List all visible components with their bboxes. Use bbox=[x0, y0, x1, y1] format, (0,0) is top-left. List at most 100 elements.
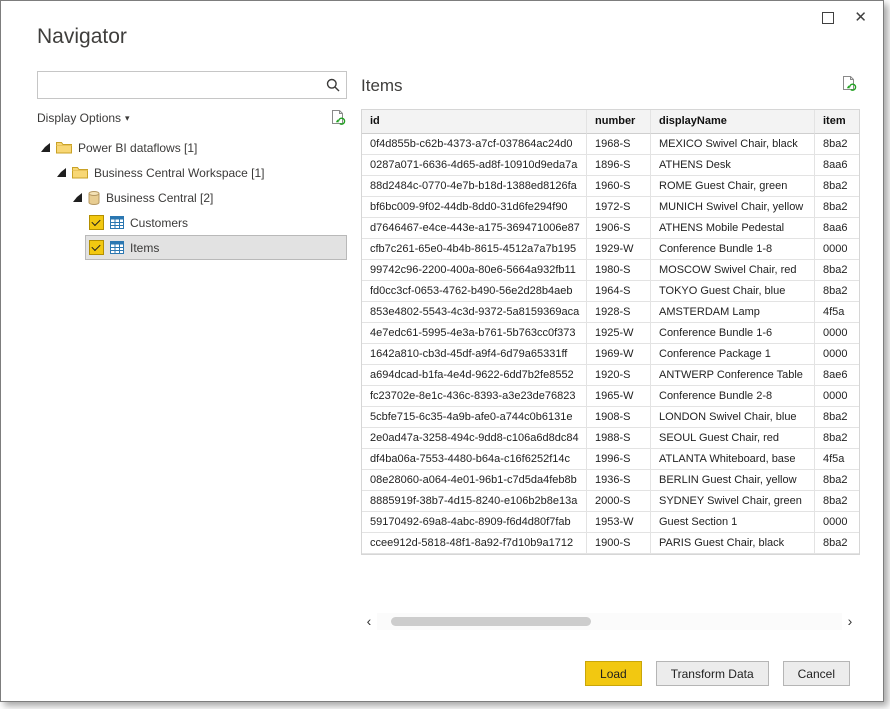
table-row: 8885919f-38b7-4d15-8240-e106b2b8e13a2000… bbox=[362, 491, 860, 512]
tree-item-power-bi-dataflows-1[interactable]: Power BI dataflows [1] bbox=[37, 135, 347, 160]
maximize-icon[interactable] bbox=[822, 12, 834, 24]
table-row: 0287a071-6636-4d65-ad8f-10910d9eda7a1896… bbox=[362, 155, 860, 176]
table-cell: 0000 bbox=[815, 386, 860, 407]
tree-item-items[interactable]: Items bbox=[37, 235, 347, 260]
search-icon[interactable] bbox=[326, 78, 340, 92]
scrollbar-thumb[interactable] bbox=[391, 617, 591, 626]
expand-collapse-icon[interactable] bbox=[57, 168, 66, 177]
table-cell: a694dcad-b1fa-4e4d-9622-6dd7b2fe8552 bbox=[362, 365, 587, 386]
table-cell: 0000 bbox=[815, 344, 860, 365]
table-row: fd0cc3cf-0653-4762-b490-56e2d28b4aeb1964… bbox=[362, 281, 860, 302]
table-cell: cfb7c261-65e0-4b4b-8615-4512a7a7b195 bbox=[362, 239, 587, 260]
table-cell: ccee912d-5818-48f1-8a92-f7d10b9a1712 bbox=[362, 533, 587, 554]
table-cell: 8aa6 bbox=[815, 218, 860, 239]
table-cell: fd0cc3cf-0653-4762-b490-56e2d28b4aeb bbox=[362, 281, 587, 302]
table-row: 1642a810-cb3d-45df-a9f4-6d79a65331ff1969… bbox=[362, 344, 860, 365]
table-cell: 1960-S bbox=[587, 176, 651, 197]
scrollbar-track[interactable] bbox=[377, 613, 842, 630]
table-cell: 08e28060-a064-4e01-96b1-c7d5da4feb8b bbox=[362, 470, 587, 491]
cancel-button[interactable]: Cancel bbox=[783, 661, 850, 686]
table-cell: 0000 bbox=[815, 239, 860, 260]
tree-item-label: Business Central [2] bbox=[106, 191, 213, 205]
scroll-right-icon[interactable]: › bbox=[842, 613, 858, 630]
display-options-dropdown[interactable]: Display Options ▾ bbox=[37, 111, 130, 125]
expand-collapse-icon[interactable] bbox=[73, 193, 82, 202]
checkbox[interactable] bbox=[89, 215, 104, 230]
table-cell: 8ba2 bbox=[815, 407, 860, 428]
chevron-down-icon: ▾ bbox=[125, 113, 130, 124]
table-cell: 1965-W bbox=[587, 386, 651, 407]
table-row: 853e4802-5543-4c3d-9372-5a8159369aca1928… bbox=[362, 302, 860, 323]
table-cell: 1996-S bbox=[587, 449, 651, 470]
preview-title: Items bbox=[361, 76, 403, 96]
table-row: d7646467-e4ce-443e-a175-369471006e871906… bbox=[362, 218, 860, 239]
table-cell: 8ba2 bbox=[815, 428, 860, 449]
table-cell: 0287a071-6636-4d65-ad8f-10910d9eda7a bbox=[362, 155, 587, 176]
tree-item-label: Business Central Workspace [1] bbox=[94, 166, 265, 180]
window-controls: ✕ bbox=[822, 11, 867, 25]
navigator-tree: Power BI dataflows [1] Business Central W… bbox=[37, 135, 347, 260]
table-row: df4ba06a-7553-4480-b64a-c16f6252f14c1996… bbox=[362, 449, 860, 470]
table-cell: 1968-S bbox=[587, 134, 651, 155]
table-cell: bf6bc009-9f02-44db-8dd0-31d6fe294f90 bbox=[362, 197, 587, 218]
table-cell: 1988-S bbox=[587, 428, 651, 449]
table-cell: MEXICO Swivel Chair, black bbox=[651, 134, 815, 155]
table-row: ccee912d-5818-48f1-8a92-f7d10b9a17121900… bbox=[362, 533, 860, 554]
table-cell: 1925-W bbox=[587, 323, 651, 344]
table-cell: 1900-S bbox=[587, 533, 651, 554]
table-cell: 8ba2 bbox=[815, 470, 860, 491]
table-icon bbox=[110, 241, 124, 254]
table-cell: MUNICH Swivel Chair, yellow bbox=[651, 197, 815, 218]
table-cell: 1972-S bbox=[587, 197, 651, 218]
transform-data-button[interactable]: Transform Data bbox=[656, 661, 769, 686]
page-title: Navigator bbox=[37, 25, 127, 49]
column-header: id bbox=[362, 110, 587, 134]
table-cell: 8ba2 bbox=[815, 134, 860, 155]
expand-collapse-icon[interactable] bbox=[41, 143, 50, 152]
table-cell: ATLANTA Whiteboard, base bbox=[651, 449, 815, 470]
table-cell: 5cbfe715-6c35-4a9b-afe0-a744c0b6131e bbox=[362, 407, 587, 428]
table-cell: 59170492-69a8-4abc-8909-f6d4d80f7fab bbox=[362, 512, 587, 533]
preview-refresh-icon[interactable] bbox=[841, 76, 858, 92]
table-cell: 0f4d855b-c62b-4373-a7cf-037864ac24d0 bbox=[362, 134, 587, 155]
table-cell: df4ba06a-7553-4480-b64a-c16f6252f14c bbox=[362, 449, 587, 470]
display-options-row: Display Options ▾ bbox=[37, 109, 347, 127]
table-cell: AMSTERDAM Lamp bbox=[651, 302, 815, 323]
table-row: 88d2484c-0770-4e7b-b18d-1388ed8126fa1960… bbox=[362, 176, 860, 197]
scroll-left-icon[interactable]: ‹ bbox=[361, 613, 377, 630]
table-cell: 1953-W bbox=[587, 512, 651, 533]
refresh-icon[interactable] bbox=[330, 110, 347, 126]
tree-item-business-central-2[interactable]: Business Central [2] bbox=[37, 185, 347, 210]
table-cell: 1964-S bbox=[587, 281, 651, 302]
tree-item-customers[interactable]: Customers bbox=[37, 210, 347, 235]
table-cell: 1908-S bbox=[587, 407, 651, 428]
table-cell: fc23702e-8e1c-436c-8393-a3e23de76823 bbox=[362, 386, 587, 407]
preview-table-body: 0f4d855b-c62b-4373-a7cf-037864ac24d01968… bbox=[362, 134, 859, 554]
load-button[interactable]: Load bbox=[585, 661, 642, 686]
tree-item-label: Customers bbox=[130, 216, 188, 230]
table-cell: 4f5a bbox=[815, 302, 860, 323]
database-icon bbox=[88, 191, 100, 205]
tree-item-business-central-workspace-1[interactable]: Business Central Workspace [1] bbox=[37, 160, 347, 185]
table-cell: Conference Package 1 bbox=[651, 344, 815, 365]
checkbox[interactable] bbox=[89, 240, 104, 255]
table-cell: 1642a810-cb3d-45df-a9f4-6d79a65331ff bbox=[362, 344, 587, 365]
table-cell: 4e7edc61-5995-4e3a-b761-5b763cc0f373 bbox=[362, 323, 587, 344]
search-input[interactable] bbox=[38, 72, 326, 96]
table-cell: PARIS Guest Chair, black bbox=[651, 533, 815, 554]
table-cell: 1969-W bbox=[587, 344, 651, 365]
table-cell: SYDNEY Swivel Chair, green bbox=[651, 491, 815, 512]
close-icon[interactable]: ✕ bbox=[854, 11, 867, 25]
table-cell: Conference Bundle 2-8 bbox=[651, 386, 815, 407]
table-cell: 1896-S bbox=[587, 155, 651, 176]
table-cell: LONDON Swivel Chair, blue bbox=[651, 407, 815, 428]
table-row: cfb7c261-65e0-4b4b-8615-4512a7a7b1951929… bbox=[362, 239, 860, 260]
table-cell: 1928-S bbox=[587, 302, 651, 323]
table-cell: 8ba2 bbox=[815, 176, 860, 197]
table-row: a694dcad-b1fa-4e4d-9622-6dd7b2fe85521920… bbox=[362, 365, 860, 386]
preview-table: idnumberdisplayNameitem 0f4d855b-c62b-43… bbox=[361, 109, 860, 555]
table-cell: ANTWERP Conference Table bbox=[651, 365, 815, 386]
table-cell: 1936-S bbox=[587, 470, 651, 491]
table-cell: 8ae6 bbox=[815, 365, 860, 386]
table-cell: 0000 bbox=[815, 323, 860, 344]
